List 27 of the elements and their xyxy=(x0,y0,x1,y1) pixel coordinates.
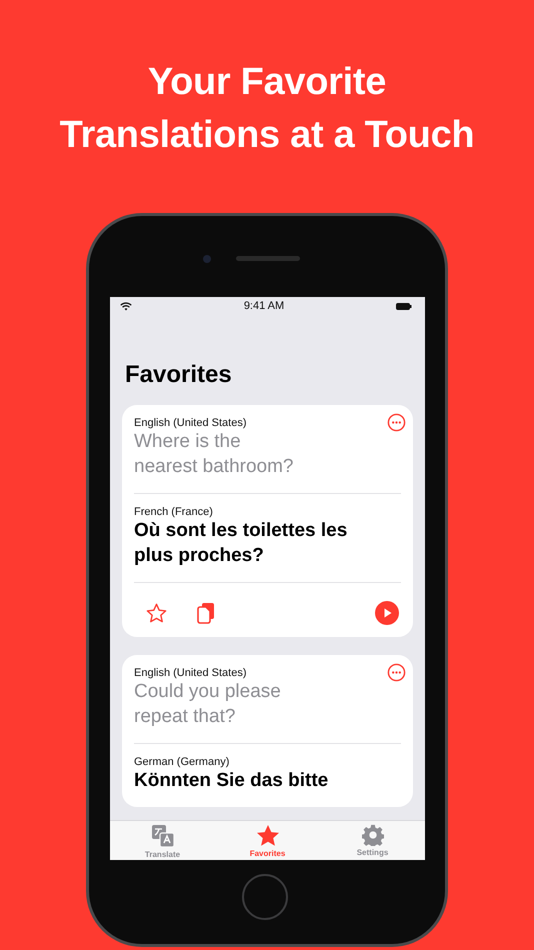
speaker-grille xyxy=(236,256,300,261)
target-language: French (France) xyxy=(134,506,214,518)
source-language: English (United States) xyxy=(134,667,248,679)
source-text: Where is the nearest bathroom? xyxy=(134,430,294,479)
headline: Translations at a Touch xyxy=(60,113,474,158)
wifi-icon xyxy=(120,302,132,310)
more-icon[interactable] xyxy=(387,413,406,432)
target-text: Où sont les toilettes les plus proches? xyxy=(134,519,348,568)
star-icon[interactable] xyxy=(146,603,167,623)
camera-icon xyxy=(203,255,211,263)
tab[interactable]: Favorites xyxy=(215,821,320,860)
target-text: Könnten Sie das bitte xyxy=(134,769,330,793)
more-icon[interactable] xyxy=(387,663,406,682)
page-title: Favorites xyxy=(125,361,233,389)
copy-icon[interactable] xyxy=(197,602,215,624)
tab[interactable]: Settings xyxy=(320,821,425,860)
source-text: Could you please repeat that? xyxy=(134,680,282,729)
headline: Your Favorite xyxy=(148,60,386,105)
status-time: 9:41 AM xyxy=(242,300,286,312)
star-icon xyxy=(256,824,280,847)
source-language: English (United States) xyxy=(134,417,248,429)
target-language: German (Germany) xyxy=(134,756,230,768)
tab[interactable]: Translate xyxy=(110,821,215,860)
translate-icon xyxy=(150,824,174,848)
settings-icon xyxy=(362,824,384,846)
battery-icon xyxy=(396,302,412,310)
play-icon[interactable] xyxy=(375,601,399,625)
